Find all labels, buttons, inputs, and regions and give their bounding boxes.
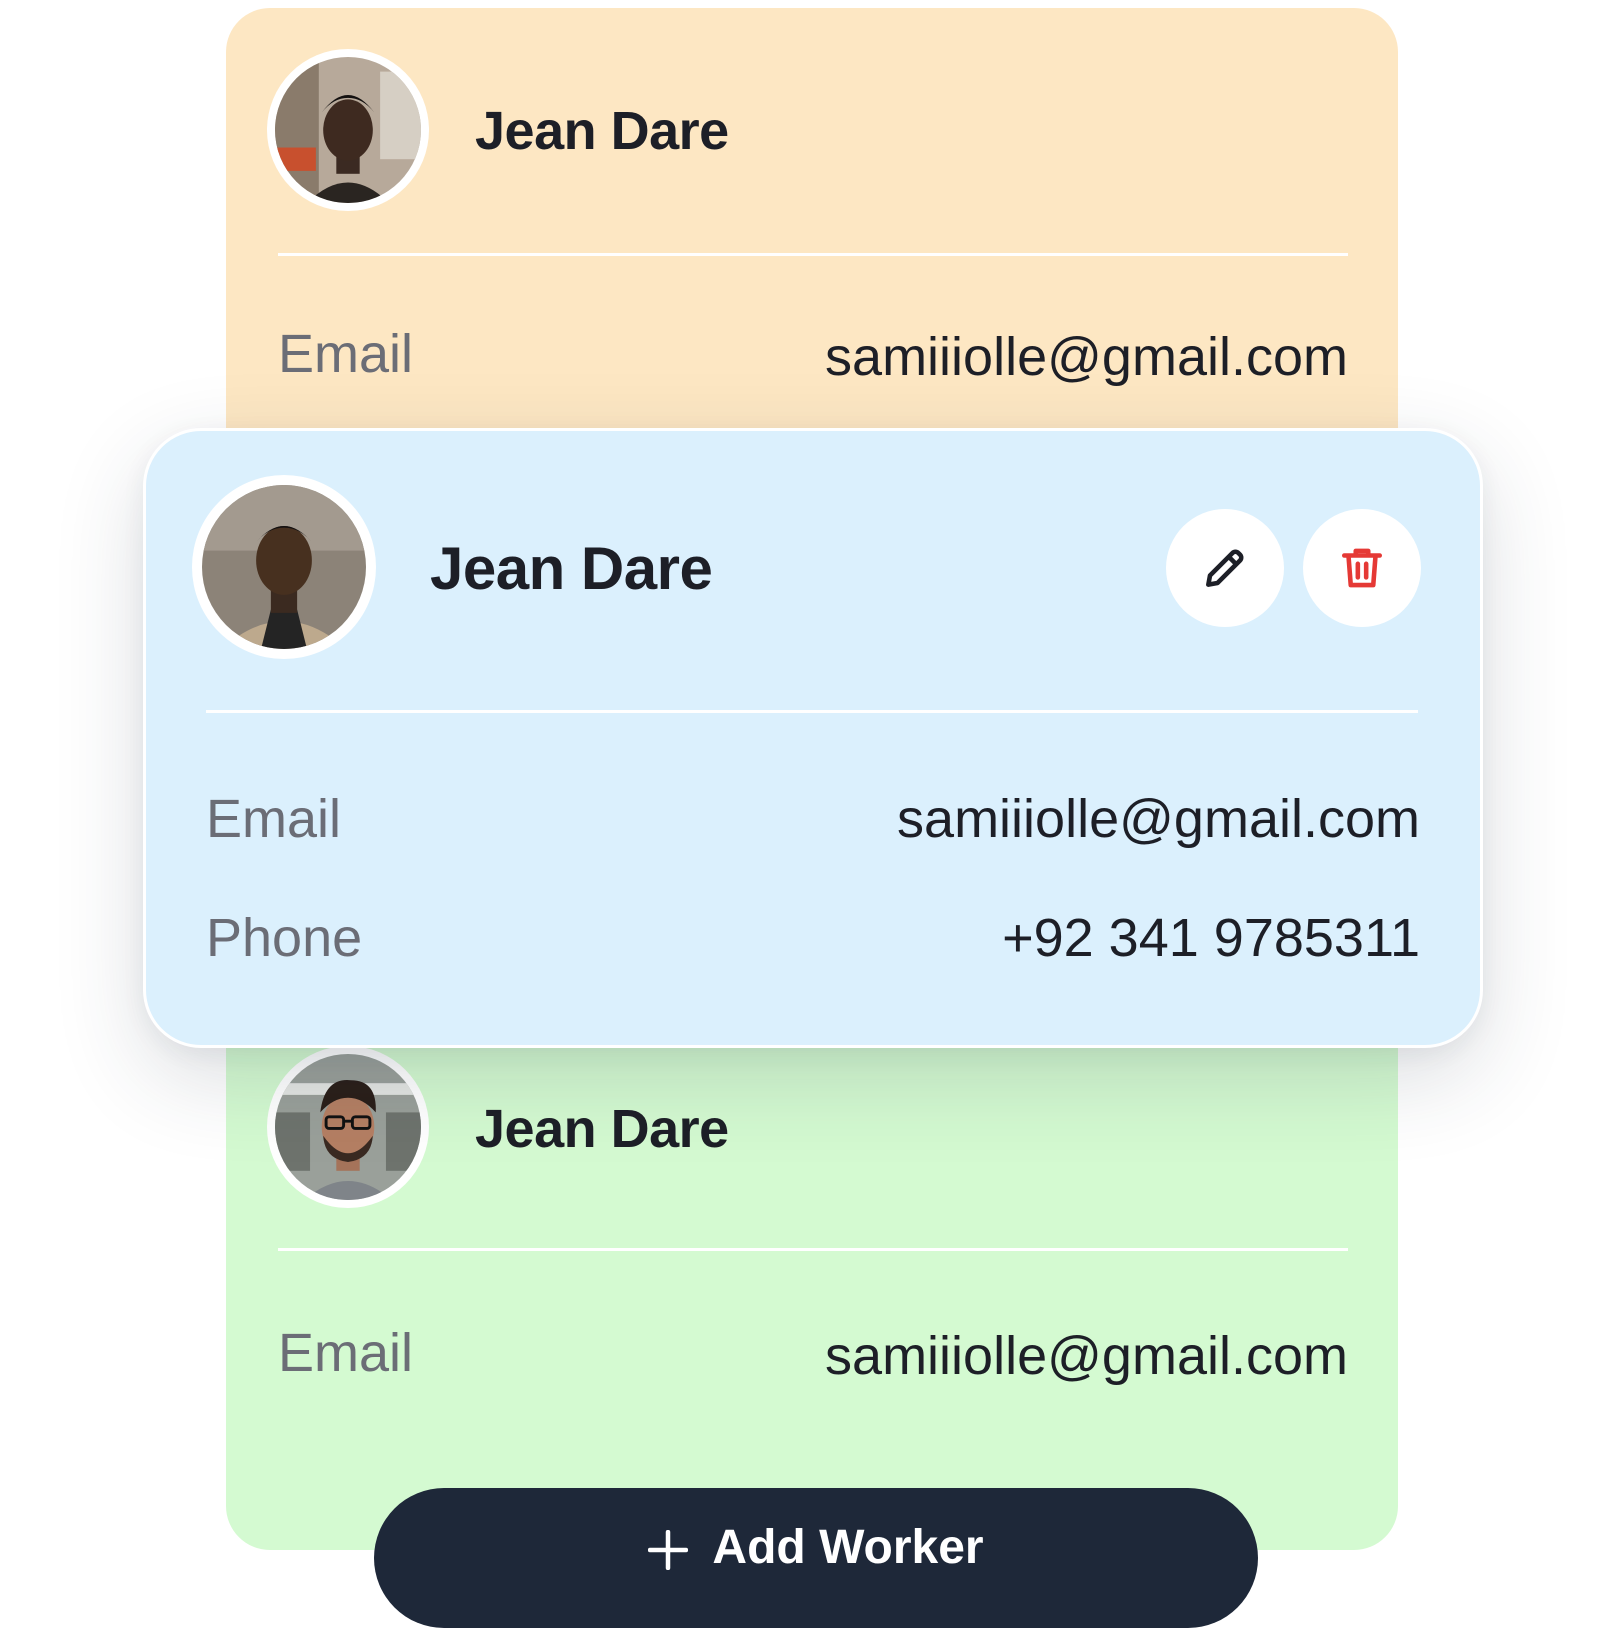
delete-button[interactable] — [1303, 509, 1421, 627]
email-label: Email — [278, 324, 414, 384]
phone-value: +92 341 9785311 — [1002, 908, 1420, 968]
email-value: samiiiolle@gmail.com — [825, 1326, 1348, 1386]
trash-icon — [1342, 548, 1382, 588]
worker-name: Jean Dare — [475, 1099, 729, 1159]
avatar — [267, 1046, 429, 1208]
avatar-photo — [275, 1054, 421, 1200]
edit-button[interactable] — [1166, 509, 1284, 627]
email-value: samiiiolle@gmail.com — [897, 789, 1420, 849]
phone-label: Phone — [206, 908, 363, 968]
email-value: samiiiolle@gmail.com — [825, 327, 1348, 387]
email-label: Email — [206, 789, 342, 849]
divider — [278, 253, 1348, 256]
plus-icon — [648, 1530, 689, 1570]
add-worker-label: Add Worker — [712, 1521, 984, 1574]
divider — [278, 1248, 1348, 1251]
add-worker-button[interactable]: Add Worker — [374, 1488, 1258, 1628]
email-label: Email — [278, 1323, 414, 1383]
worker-card-green[interactable]: Jean Dare Email samiiiolle@gmail.com — [226, 980, 1398, 1550]
worker-card-active[interactable]: Jean Dare Email samiiiolle@gmail.com Pho… — [143, 428, 1483, 1048]
divider — [206, 710, 1418, 713]
worker-name: Jean Dare — [430, 535, 713, 602]
avatar-photo — [202, 485, 366, 649]
worker-name: Jean Dare — [475, 101, 729, 161]
avatar — [192, 475, 376, 659]
avatar — [267, 49, 429, 211]
avatar-photo — [275, 57, 421, 203]
pencil-icon — [1206, 549, 1244, 587]
